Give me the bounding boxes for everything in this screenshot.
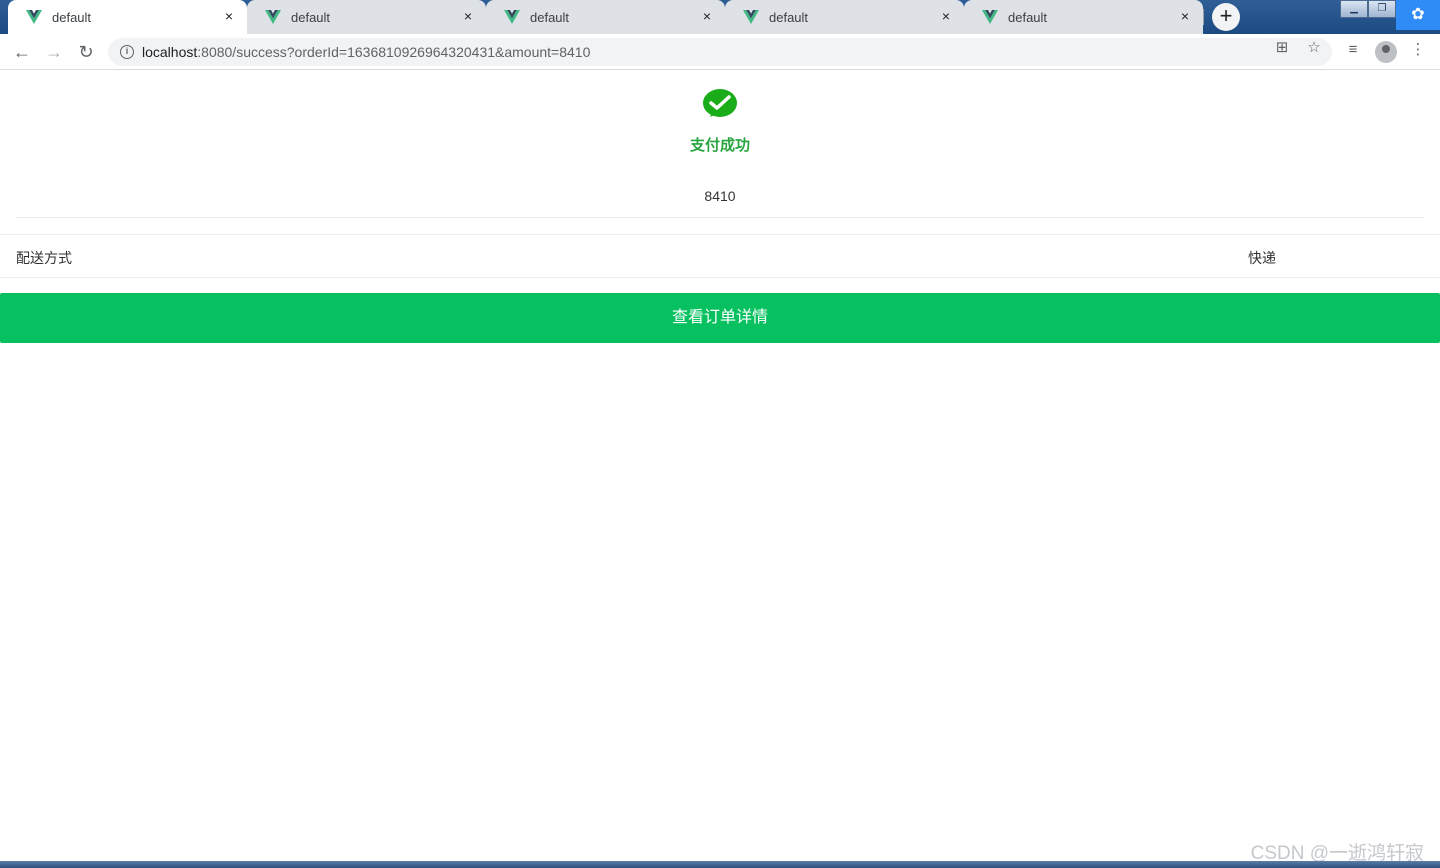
browser-tab-3[interactable]: default × xyxy=(486,0,726,34)
tab-close-icon[interactable]: × xyxy=(1177,8,1193,24)
tab-close-icon[interactable]: × xyxy=(460,8,476,24)
vue-logo-icon xyxy=(743,10,759,24)
tab-title: default xyxy=(530,9,570,25)
info-icon[interactable]: i xyxy=(120,45,134,59)
browser-tab-1[interactable]: default × xyxy=(8,0,247,34)
minimize-icon[interactable]: ▁ xyxy=(1340,0,1368,18)
divider xyxy=(16,217,1424,218)
reload-icon[interactable]: ↻ xyxy=(74,40,98,64)
divider xyxy=(0,234,1440,235)
window-controls: ▁ ❐ xyxy=(1340,0,1396,18)
browser-toolbar: ← → ↻ i localhost:8080/success?orderId=1… xyxy=(0,34,1440,70)
vue-logo-icon xyxy=(504,10,520,24)
browser-tab-4[interactable]: default × xyxy=(725,0,965,34)
forward-arrow-icon[interactable]: → xyxy=(42,40,66,64)
tab-close-icon[interactable]: × xyxy=(221,8,237,24)
media-control-icon[interactable]: ≡ xyxy=(1343,40,1363,60)
tab-title: default xyxy=(769,9,809,25)
payment-status-text: 支付成功 xyxy=(689,137,750,154)
restore-icon[interactable]: ❐ xyxy=(1368,0,1396,18)
vue-logo-icon xyxy=(982,10,998,24)
payment-amount: 8410 xyxy=(704,188,736,204)
url-path: :8080/success?orderId=163681092696432043… xyxy=(197,44,591,60)
back-arrow-icon[interactable]: ← xyxy=(10,40,34,64)
address-bar[interactable]: i localhost:8080/success?orderId=1636810… xyxy=(108,38,1332,66)
vue-logo-icon xyxy=(26,10,42,24)
tab-title: default xyxy=(291,9,331,25)
browser-tab-5[interactable]: default × xyxy=(964,0,1204,34)
bookmark-star-icon[interactable]: ☆ xyxy=(1304,38,1324,58)
menu-dots-icon[interactable]: ⋮ xyxy=(1408,40,1428,60)
tab-separator xyxy=(1203,9,1204,25)
divider xyxy=(0,277,1440,278)
delivery-method-label: 配送方式 xyxy=(16,250,72,266)
payment-success-page: 支付成功 8410 配送方式 快递 查看订单详情 CSDN @一逝鸿轩寂 xyxy=(0,71,1440,864)
translate-icon[interactable]: ⊞ xyxy=(1272,38,1292,58)
success-check-icon xyxy=(703,89,737,117)
cloud-app-icon[interactable]: ✿ xyxy=(1396,0,1440,30)
vue-logo-icon xyxy=(265,10,281,24)
view-order-details-button[interactable]: 查看订单详情 xyxy=(0,293,1440,343)
profile-avatar-icon[interactable] xyxy=(1375,41,1397,63)
new-tab-button[interactable]: + xyxy=(1212,3,1240,31)
tab-title: default xyxy=(52,9,92,25)
tab-close-icon[interactable]: × xyxy=(699,8,715,24)
os-taskbar xyxy=(0,861,1440,868)
url-host: localhost xyxy=(142,44,198,60)
tab-close-icon[interactable]: × xyxy=(938,8,954,24)
delivery-method-value: 快递 xyxy=(1248,250,1276,266)
tab-title: default xyxy=(1008,9,1048,25)
browser-titlebar: default × default × default × default × … xyxy=(0,0,1440,34)
browser-tab-2[interactable]: default × xyxy=(247,0,487,34)
